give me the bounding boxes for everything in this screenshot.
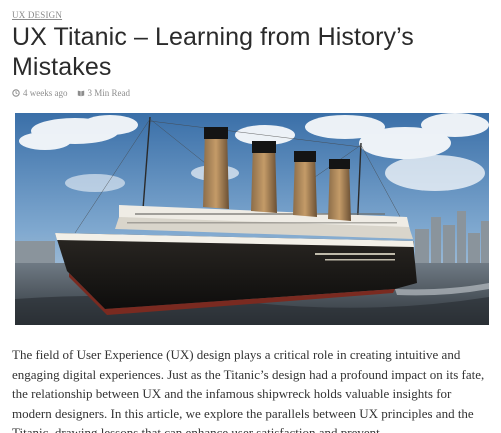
- post-date-text: 4 weeks ago: [23, 88, 68, 98]
- read-time: 3 Min Read: [77, 88, 131, 98]
- article-intro: The field of User Experience (UX) design…: [12, 347, 485, 433]
- hero-image: [15, 113, 489, 325]
- article-title: UX Titanic – Learning from History’s Mis…: [12, 23, 414, 81]
- titanic-illustration: [15, 113, 489, 325]
- book-icon: [77, 90, 84, 97]
- clock-icon: [12, 89, 20, 97]
- post-date: 4 weeks ago: [12, 88, 68, 98]
- article-meta: 4 weeks ago 3 Min Read: [12, 88, 130, 98]
- category-link[interactable]: UX DESIGN: [12, 10, 62, 20]
- read-time-text: 3 Min Read: [87, 88, 131, 98]
